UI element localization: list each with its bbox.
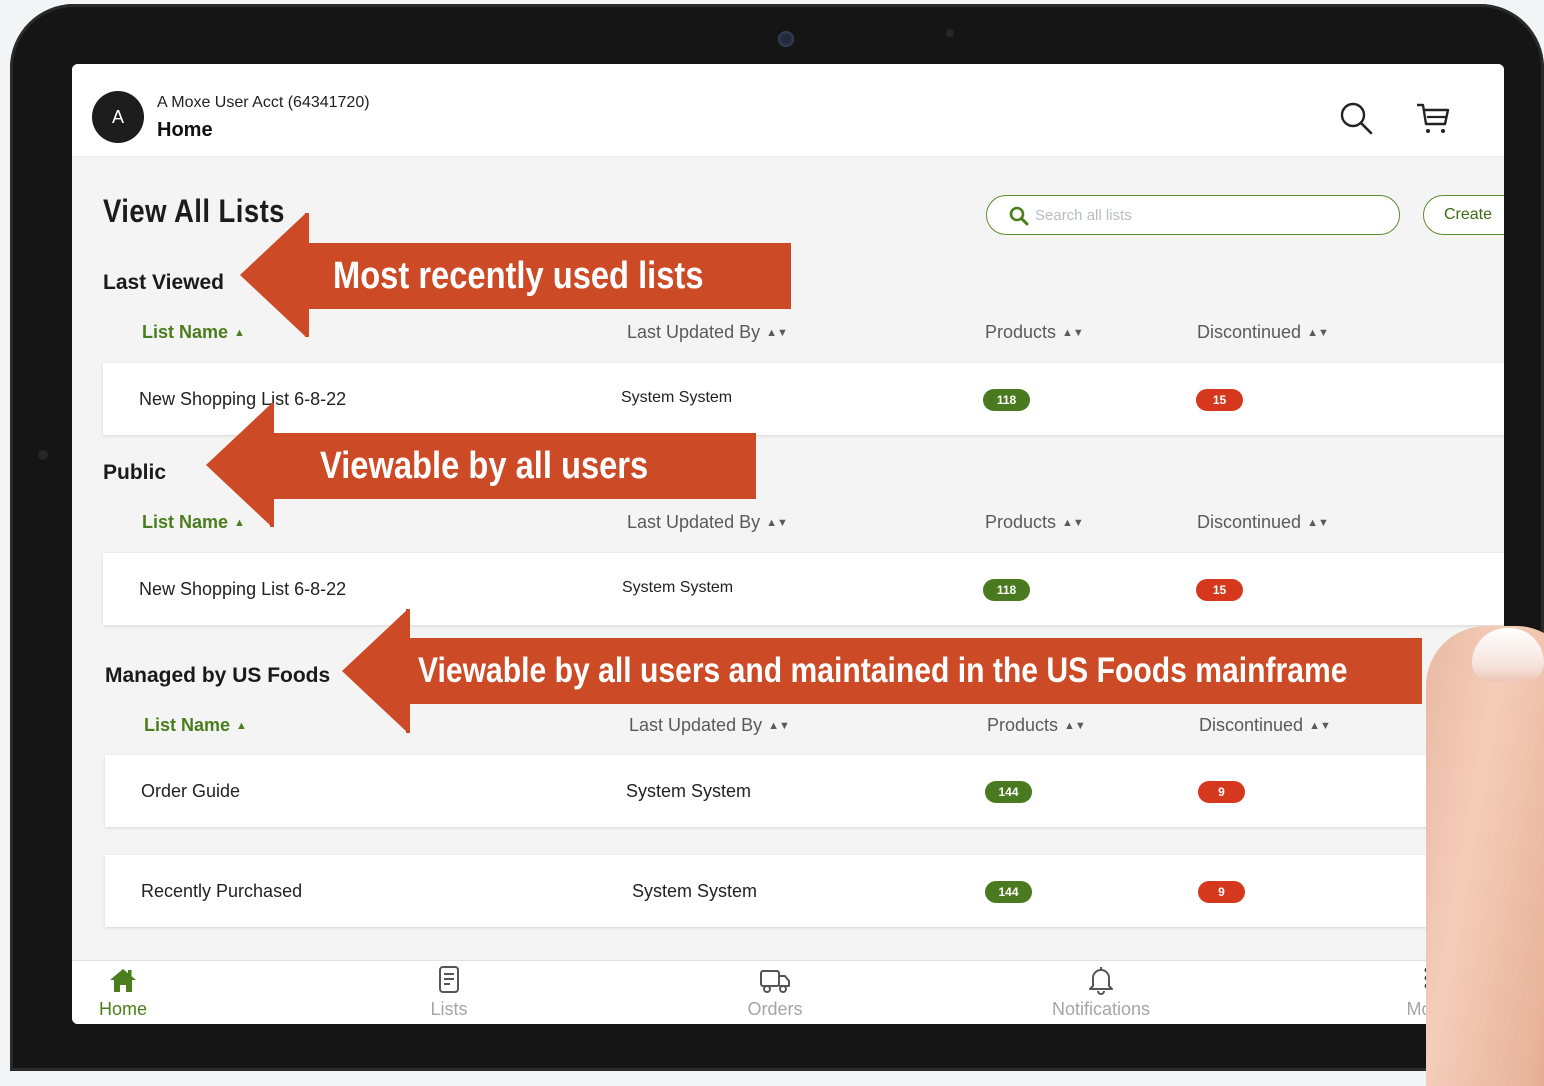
products-badge: 144: [985, 781, 1032, 803]
create-list-button[interactable]: Create: [1423, 195, 1504, 235]
col-header-updated-by[interactable]: Last Updated By ▲▼: [627, 322, 788, 343]
col-header-list-name[interactable]: List Name ▲: [144, 715, 247, 736]
annotation-arrow-head: [342, 609, 408, 733]
col-header-products[interactable]: Products ▲▼: [985, 322, 1084, 343]
discontinued-badge: 9: [1198, 781, 1245, 803]
search-input[interactable]: [1035, 204, 1375, 226]
sort-icon: ▲▼: [766, 517, 788, 529]
sensor-dot: [946, 29, 954, 37]
bottom-nav: Home Lists Orders Notifications: [72, 960, 1504, 1024]
sort-icon: ▲▼: [1307, 517, 1329, 529]
search-icon[interactable]: [1338, 100, 1374, 136]
sort-icon: ▲▼: [768, 720, 790, 732]
col-header-updated-by[interactable]: Last Updated By ▲▼: [627, 512, 788, 533]
col-header-list-name[interactable]: List Name ▲: [142, 322, 245, 343]
nav-lists[interactable]: Lists: [359, 961, 539, 1024]
page-title: Home: [157, 119, 213, 141]
list-name: New Shopping List 6-8-22: [139, 579, 347, 599]
app-header: A A Moxe User Acct (64341720) Home: [72, 64, 1504, 156]
annotation-arrow-head: [206, 403, 272, 527]
col-header-discontinued[interactable]: Discontinued ▲▼: [1197, 512, 1329, 533]
nav-notifications[interactable]: Notifications: [1011, 961, 1191, 1024]
sort-asc-icon: ▲: [236, 720, 247, 732]
annotation-arrow-head: [240, 213, 306, 337]
list-name: Recently Purchased: [141, 881, 303, 901]
annotation-last-viewed: Most recently used lists: [305, 243, 791, 309]
products-badge: 144: [985, 881, 1032, 903]
list-row[interactable]: Order Guide System System 144 9: [105, 755, 1504, 827]
col-header-discontinued[interactable]: Discontinued ▲▼: [1197, 322, 1329, 343]
discontinued-badge: 15: [1196, 389, 1243, 411]
home-icon: [110, 969, 136, 992]
truck-icon: [760, 970, 790, 993]
updated-by: System System: [622, 579, 734, 596]
list-row[interactable]: New Shopping List 6-8-22 System System 1…: [103, 363, 1504, 435]
avatar[interactable]: A: [92, 91, 144, 143]
list-name: Order Guide: [141, 781, 241, 801]
discontinued-badge: 15: [1196, 579, 1243, 601]
side-sensor-dot: [38, 450, 48, 460]
search-lists-field[interactable]: [986, 195, 1400, 235]
thumb-photo: [1426, 626, 1544, 1086]
col-header-updated-by[interactable]: Last Updated By ▲▼: [629, 715, 790, 736]
updated-by: System System: [626, 781, 752, 801]
col-header-products[interactable]: Products ▲▼: [985, 512, 1084, 533]
sort-icon: ▲▼: [1062, 327, 1084, 339]
updated-by: System System: [621, 389, 733, 406]
sort-icon: ▲▼: [1064, 720, 1086, 732]
annotation-public: Viewable by all users: [271, 433, 756, 499]
search-icon: [1009, 206, 1029, 226]
account-name: A Moxe User Acct (64341720): [157, 94, 370, 111]
nav-label: Notifications: [1051, 999, 1151, 1019]
list-row[interactable]: Recently Purchased System System 144 9: [105, 855, 1504, 927]
col-header-products[interactable]: Products ▲▼: [987, 715, 1086, 736]
tablet-frame: A A Moxe User Acct (64341720) Home View …: [10, 4, 1544, 1071]
col-header-discontinued[interactable]: Discontinued ▲▼: [1199, 715, 1331, 736]
products-badge: 118: [983, 389, 1030, 411]
bell-icon: [1089, 967, 1113, 995]
section-title-last-viewed: Last Viewed: [103, 271, 224, 294]
annotation-managed: Viewable by all users and maintained in …: [408, 638, 1422, 704]
sort-icon: ▲▼: [766, 327, 788, 339]
nav-home[interactable]: Home: [72, 961, 213, 1024]
sort-icon: ▲▼: [1307, 327, 1329, 339]
nav-label: Lists: [430, 999, 468, 1019]
nav-label: Home: [98, 999, 147, 1019]
sort-icon: ▲▼: [1309, 720, 1331, 732]
camera-icon: [778, 31, 794, 47]
discontinued-badge: 9: [1198, 881, 1245, 903]
nav-orders[interactable]: Orders: [685, 961, 865, 1024]
nav-label: Orders: [747, 999, 803, 1019]
section-title-public: Public: [103, 461, 167, 484]
list-row[interactable]: New Shopping List 6-8-22 System System 1…: [103, 553, 1504, 625]
updated-by: System System: [632, 881, 758, 901]
list-icon: [439, 966, 459, 993]
sort-icon: ▲▼: [1062, 517, 1084, 529]
products-badge: 118: [983, 579, 1030, 601]
app-screen: A A Moxe User Acct (64341720) Home View …: [72, 64, 1504, 1024]
section-title-managed: Managed by US Foods: [105, 664, 331, 687]
cart-icon[interactable]: [1415, 100, 1451, 136]
